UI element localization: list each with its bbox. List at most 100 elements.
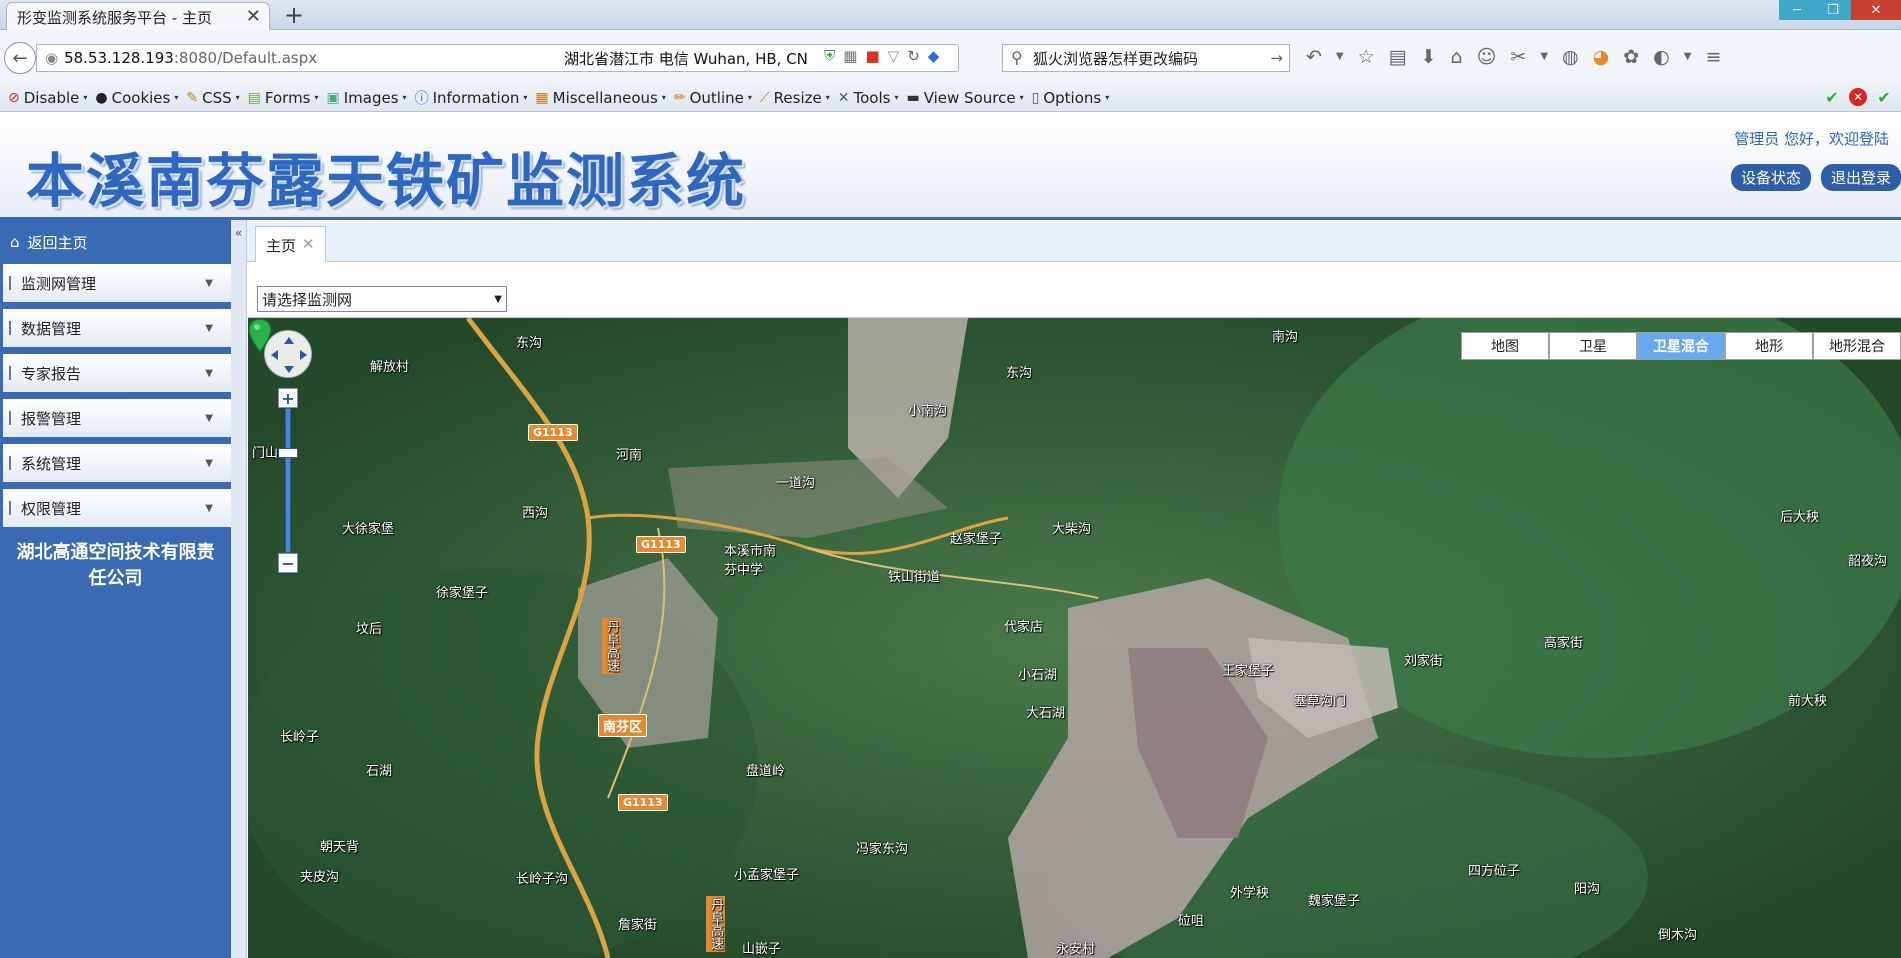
zoom-in-button[interactable]: + (278, 388, 298, 408)
logout-button[interactable]: 退出登录 (1820, 164, 1901, 191)
error-icon[interactable]: ✕ (1849, 88, 1867, 106)
spy-icon[interactable]: ◐ (1653, 46, 1670, 68)
download-icon[interactable]: ⬇ (1421, 46, 1437, 68)
close-icon[interactable]: ✕ (302, 235, 315, 254)
chevron-down-icon[interactable]: ▼ (1684, 51, 1692, 68)
toolbar-forms[interactable]: ▤ Forms ▾ (248, 89, 319, 107)
url-bar[interactable]: ◉ 58.53.128.193:8080/Default.aspx (36, 44, 959, 72)
url-bar-icons: ⛨ ▦ ■ ▽ ↻ ◆ (824, 47, 939, 65)
chevron-down-icon: ▼ (205, 322, 213, 334)
toolbar-miscellaneous[interactable]: ▦ Miscellaneous ▾ (535, 89, 665, 107)
palette-icon[interactable]: ✿ (1623, 46, 1639, 68)
qr-icon[interactable]: ▦ (843, 47, 857, 65)
shield-icon[interactable]: ⛨ (824, 47, 835, 65)
sidebar-home-link[interactable]: ⌂ 返回主页 (0, 220, 231, 264)
toolbar-options[interactable]: ▯ Options ▾ (1032, 89, 1110, 107)
place-label: 长岭子沟 (516, 872, 569, 887)
map-marker-icon[interactable] (248, 318, 272, 354)
search-input[interactable]: ⚲ 狐火浏览器怎样更改编码 → (1002, 44, 1290, 72)
place-label: 后大秧 (1780, 510, 1820, 525)
sidebar-item-data[interactable]: 数据管理 ▼ (0, 309, 231, 347)
search-go-icon[interactable]: → (1270, 49, 1283, 67)
map-type-satellite[interactable]: 卫星 (1549, 332, 1637, 360)
browser-tab[interactable]: 形变监测系统服务平台 - 主页 ✕ (6, 2, 270, 30)
smiley-icon[interactable]: ☺ (1477, 46, 1497, 68)
place-label: 赵家堡子 (950, 532, 1003, 547)
sidebar-item-system[interactable]: 系统管理 ▼ (0, 444, 231, 482)
map-type-hybrid[interactable]: 卫星混合 (1637, 332, 1725, 360)
device-status-button[interactable]: 设备状态 (1730, 164, 1811, 191)
place-label: 西沟 (522, 506, 549, 521)
url-host: 58.53.128.193 (64, 49, 174, 67)
dropdown-icon[interactable]: ▽ (888, 47, 900, 65)
maximize-icon[interactable]: ❐ (1815, 0, 1851, 20)
globe-icon[interactable]: ◍ (1562, 46, 1579, 68)
minimize-icon[interactable]: ─ (1779, 0, 1815, 20)
monitor-net-select-value: 请选择监测网 (262, 290, 353, 309)
place-label: 大徐家堡 (342, 522, 395, 537)
reload-icon[interactable]: ↻ (907, 47, 920, 65)
tools-icon[interactable]: ✂ (1510, 46, 1526, 68)
selector-bar: 请选择监测网 ▼ (247, 262, 1901, 318)
place-label: 山嵌子 (742, 942, 782, 957)
sidebar-item-expert-report[interactable]: 专家报告 ▼ (0, 354, 231, 392)
new-tab-icon[interactable]: + (284, 1, 304, 29)
zoom-out-button[interactable]: − (278, 553, 298, 573)
cookie-icon: ● (95, 89, 108, 106)
close-tab-icon[interactable]: ✕ (246, 6, 261, 27)
place-label: 东沟 (1006, 366, 1033, 381)
zoom-slider-handle[interactable] (278, 448, 298, 458)
place-label: 前大秧 (1788, 694, 1828, 709)
map-type-terrain-hybrid[interactable]: 地形混合 (1813, 332, 1901, 360)
options-icon: ▯ (1031, 89, 1040, 106)
place-label: 大石湖 (1026, 706, 1066, 721)
monitor-net-select[interactable]: 请选择监测网 ▼ (257, 286, 507, 312)
sidebar-item-alarm[interactable]: 报警管理 ▼ (0, 399, 231, 437)
search-icon: ⚲ (1011, 48, 1023, 67)
toolbar-tools[interactable]: ✕ Tools ▾ (838, 89, 899, 107)
map-type-terrain[interactable]: 地形 (1725, 332, 1813, 360)
caret-icon: ▾ (1105, 93, 1110, 102)
chevron-down-icon: ▼ (205, 412, 213, 424)
zoom-slider[interactable] (285, 408, 291, 553)
menu-icon[interactable]: ≡ (1705, 46, 1721, 68)
sidebar-item-monitor-net[interactable]: 监测网管理 ▼ (0, 264, 231, 302)
place-label: 大柴沟 (1052, 522, 1092, 537)
check-icon[interactable]: ✔ (1875, 88, 1893, 107)
user-greeting: 管理员 您好，欢迎登陆 (1734, 130, 1889, 148)
place-label: 石湖 (366, 764, 393, 779)
check-icon[interactable]: ✔ (1823, 88, 1841, 107)
window-controls: ─ ❐ ✕ (1779, 0, 1901, 20)
bookmark-star-icon[interactable]: ☆ (1358, 46, 1375, 68)
undo-icon[interactable]: ↶ (1306, 46, 1322, 68)
caret-icon: ▾ (523, 93, 528, 102)
close-window-icon[interactable]: ✕ (1851, 0, 1901, 20)
toolbar-information[interactable]: ⓘ Information ▾ (415, 88, 528, 108)
toolbar-cookies[interactable]: ● Cookies ▾ (95, 89, 178, 107)
back-button[interactable]: ← (4, 42, 36, 74)
road-shield: G1113 (618, 794, 668, 811)
toolbar-css[interactable]: ✎ CSS ▾ (186, 89, 239, 107)
clipboard-icon[interactable]: ▤ (1389, 46, 1407, 68)
tab-home[interactable]: 主页 ✕ (255, 226, 326, 262)
back-arrow-icon: ← (12, 47, 28, 69)
place-label: 门山 (252, 446, 279, 461)
road-shield: G1113 (636, 536, 686, 553)
extension-icon[interactable]: ◆ (928, 47, 940, 65)
home-icon[interactable]: ⌂ (1451, 46, 1463, 68)
place-label: 东沟 (516, 336, 543, 351)
chevron-down-icon[interactable]: ▼ (1336, 51, 1344, 68)
chevron-down-icon[interactable]: ▼ (1540, 51, 1548, 68)
browser-tab-title: 形变监测系统服务平台 - 主页 (17, 9, 212, 27)
sidebar-collapse-toggle[interactable]: « (231, 220, 247, 958)
toolbar-images[interactable]: ▣ Images ▾ (327, 89, 407, 107)
toolbar-resize[interactable]: ⟋ Resize ▾ (760, 89, 830, 107)
toolbar-outline[interactable]: ✏ Outline ▾ (674, 89, 752, 107)
place-label: 王家堡子 (1222, 664, 1275, 679)
map-type-map[interactable]: 地图 (1461, 332, 1549, 360)
toolbar-disable[interactable]: ⊘ Disable ▾ (8, 89, 87, 107)
toolbar-view-source[interactable]: ▬ View Source ▾ (906, 89, 1023, 107)
satellite-map[interactable]: 东沟 解放村 河南 一道沟 小南沟 东沟 南沟 西沟 大徐家堡 本溪市南芬中学 … (248, 318, 1901, 958)
sidebar-item-permission[interactable]: 权限管理 ▼ (0, 489, 231, 527)
fox-icon[interactable]: ◕ (1593, 46, 1610, 68)
